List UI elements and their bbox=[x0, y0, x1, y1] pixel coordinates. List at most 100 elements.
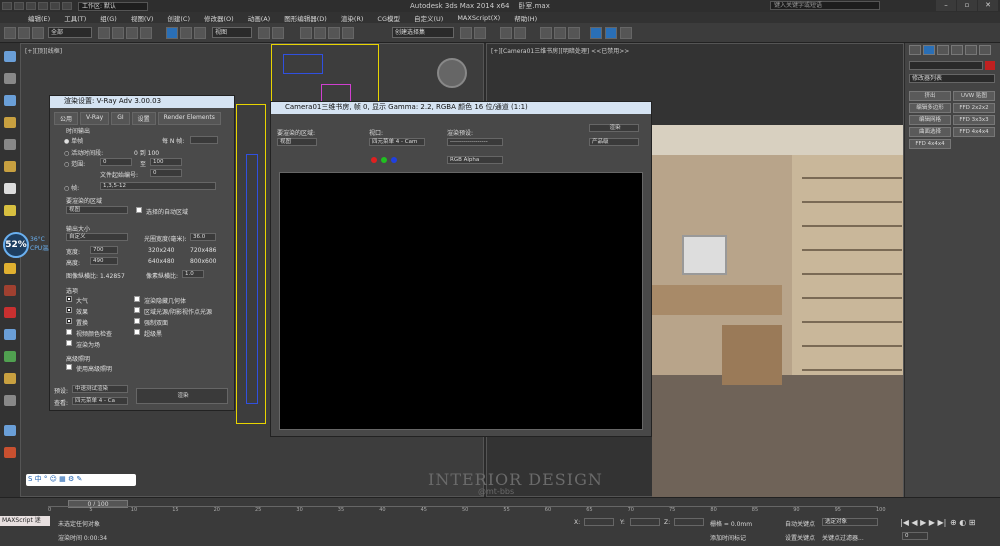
display-tab-icon[interactable] bbox=[965, 45, 977, 55]
render-now-button[interactable]: 渲染 bbox=[589, 124, 639, 132]
material-editor-icon[interactable] bbox=[568, 27, 580, 39]
object-name-field[interactable] bbox=[909, 61, 983, 70]
select-manipulate-icon[interactable] bbox=[272, 27, 284, 39]
file-start-field[interactable]: 0 bbox=[150, 169, 182, 177]
undo-icon[interactable] bbox=[4, 27, 16, 39]
menu-item[interactable]: 渲染(R) bbox=[341, 13, 364, 23]
menu-item[interactable]: MAXScript(X) bbox=[457, 14, 500, 22]
select-by-name-icon[interactable] bbox=[112, 27, 124, 39]
timeline-ruler[interactable]: 0 5 10 15 20 25 30 35 40 45 50 55 60 65 70 75 80 85 90 95 10… bbox=[48, 506, 886, 514]
tool-icon-3[interactable] bbox=[4, 95, 16, 106]
channel-dropdown[interactable]: RGB Alpha bbox=[447, 156, 503, 164]
menu-item[interactable]: CG模型 bbox=[377, 13, 400, 23]
minimize-button[interactable]: – bbox=[936, 0, 956, 11]
preset-800[interactable]: 800x600 bbox=[190, 258, 216, 265]
tool-icon-8[interactable] bbox=[4, 205, 16, 216]
modifier-button[interactable]: FFD 3x3x3 bbox=[953, 115, 995, 125]
graphite-icon[interactable] bbox=[514, 27, 526, 39]
option-checkbox[interactable] bbox=[134, 307, 140, 313]
range-from-field[interactable]: 0 bbox=[100, 158, 132, 166]
menu-item[interactable]: 动画(A) bbox=[248, 13, 271, 23]
option-checkbox[interactable] bbox=[134, 329, 140, 335]
current-frame-field[interactable]: 0 bbox=[902, 532, 928, 540]
render-button[interactable]: 渲染 bbox=[136, 388, 228, 404]
modifier-button[interactable]: 挤出 bbox=[909, 91, 951, 101]
aperture-field[interactable]: 36.0 bbox=[190, 233, 216, 241]
rect-region-icon[interactable] bbox=[126, 27, 138, 39]
width-field[interactable]: 700 bbox=[90, 246, 118, 254]
mirror-icon[interactable] bbox=[460, 27, 472, 39]
tool-icon-6[interactable] bbox=[4, 161, 16, 172]
window-crossing-icon[interactable] bbox=[140, 27, 152, 39]
hierarchy-tab-icon[interactable] bbox=[937, 45, 949, 55]
frames-field[interactable]: 1,3,5-12 bbox=[100, 182, 216, 190]
new-file-icon[interactable] bbox=[14, 2, 24, 10]
tool-icon-9[interactable] bbox=[4, 285, 16, 296]
selection-filter-dropdown[interactable]: 全部 bbox=[48, 27, 92, 38]
x-coord-field[interactable] bbox=[584, 518, 614, 526]
option-checkbox[interactable] bbox=[66, 340, 72, 346]
sun-icon[interactable] bbox=[4, 263, 16, 274]
preset-dropdown[interactable]: 中速测试渲染 bbox=[72, 385, 128, 393]
option-checkbox[interactable] bbox=[66, 307, 72, 313]
snap-icon[interactable] bbox=[300, 27, 312, 39]
menu-item[interactable]: 创建(C) bbox=[167, 13, 190, 23]
maxscript-listener[interactable]: MAXScript 迷 bbox=[0, 516, 50, 526]
layer-manager-icon[interactable] bbox=[500, 27, 512, 39]
modifier-button[interactable]: 编辑网格 bbox=[909, 115, 951, 125]
tool-icon-12[interactable] bbox=[4, 351, 16, 362]
tool-icon-11[interactable] bbox=[4, 329, 16, 340]
pixel-aspect-field[interactable]: 1.0 bbox=[182, 270, 204, 278]
save-icon[interactable] bbox=[38, 2, 48, 10]
percent-snap-icon[interactable] bbox=[328, 27, 340, 39]
object-color-swatch[interactable] bbox=[985, 61, 995, 70]
option-checkbox[interactable] bbox=[66, 296, 72, 302]
modify-tab-icon[interactable] bbox=[923, 45, 935, 55]
selected-dropdown[interactable]: 选定对象 bbox=[822, 518, 878, 526]
spinner-snap-icon[interactable] bbox=[342, 27, 354, 39]
viewport-nav-icons[interactable]: ⊕ ◐ ⊞ bbox=[950, 518, 975, 527]
tool-icon-7[interactable] bbox=[4, 183, 16, 194]
frames-radio[interactable]: ○ 帧: bbox=[64, 183, 79, 192]
modifier-button[interactable]: 编辑多边形 bbox=[909, 103, 951, 113]
app-menu-icon[interactable] bbox=[2, 2, 12, 10]
tool-icon-5[interactable] bbox=[4, 139, 16, 150]
tool-icon-10[interactable] bbox=[4, 307, 16, 318]
height-field[interactable]: 490 bbox=[90, 257, 118, 265]
render-tab[interactable]: GI bbox=[111, 112, 130, 125]
production-dropdown[interactable]: 产品级 bbox=[589, 138, 639, 146]
named-selection-dropdown[interactable]: 创建选择集 bbox=[392, 27, 454, 38]
playback-controls[interactable]: |◀ ◀ ▶ ▶ ▶| bbox=[900, 518, 946, 527]
viewcube-icon[interactable] bbox=[437, 58, 467, 88]
move-icon[interactable] bbox=[166, 27, 178, 39]
menu-item[interactable]: 工具(T) bbox=[64, 13, 86, 23]
schematic-icon[interactable] bbox=[554, 27, 566, 39]
menu-item[interactable]: 图形编辑器(D) bbox=[284, 13, 327, 23]
render-area-dropdown[interactable]: 视图 bbox=[277, 138, 317, 146]
y-coord-field[interactable] bbox=[630, 518, 660, 526]
menu-item[interactable]: 自定义(U) bbox=[414, 13, 443, 23]
render-tab[interactable]: V-Ray bbox=[80, 112, 110, 125]
undo-icon[interactable] bbox=[50, 2, 60, 10]
open-file-icon[interactable] bbox=[26, 2, 36, 10]
modifier-button[interactable]: UVW 贴图 bbox=[953, 91, 995, 101]
use-adv-lighting-checkbox[interactable] bbox=[66, 364, 72, 370]
render-preset-dropdown[interactable]: ------------------- bbox=[447, 138, 503, 146]
auto-key-button[interactable]: 自动关键点 bbox=[785, 519, 815, 528]
maximize-button[interactable]: ▫ bbox=[957, 0, 977, 11]
menu-item[interactable]: 帮助(H) bbox=[514, 13, 537, 23]
tool-icon-15[interactable] bbox=[4, 425, 16, 436]
rendered-frame-icon[interactable] bbox=[605, 27, 617, 39]
option-checkbox[interactable] bbox=[134, 296, 140, 302]
align-icon[interactable] bbox=[474, 27, 486, 39]
set-key-button[interactable]: 设置关键点 bbox=[785, 533, 815, 542]
render-production-icon[interactable] bbox=[620, 27, 632, 39]
angle-snap-icon[interactable] bbox=[314, 27, 326, 39]
add-time-tag[interactable]: 添加时间标记 bbox=[710, 533, 746, 542]
range-radio[interactable]: ○ 范围: bbox=[64, 159, 85, 168]
render-tab[interactable]: 设置 bbox=[131, 112, 156, 125]
select-object-icon[interactable] bbox=[98, 27, 110, 39]
scale-icon[interactable] bbox=[194, 27, 206, 39]
link-icon[interactable] bbox=[18, 27, 30, 39]
render-tab[interactable]: 公用 bbox=[54, 112, 79, 125]
